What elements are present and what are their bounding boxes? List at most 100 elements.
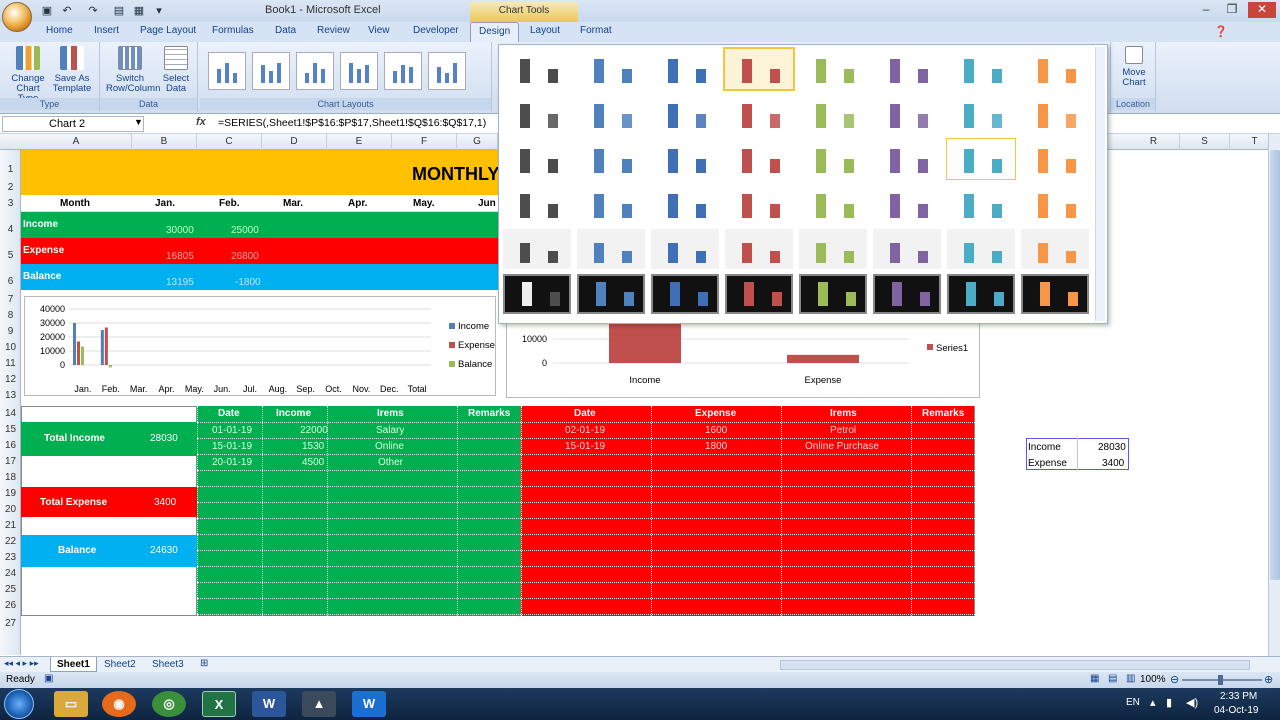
balance-total-label[interactable]: Balance	[58, 545, 96, 557]
chrome-icon[interactable]: ◎	[152, 691, 186, 717]
expense-th-items[interactable]: Irems	[830, 408, 857, 420]
chart-style-19[interactable]	[651, 139, 719, 179]
formula-input[interactable]: =SERIES(,Sheet1!$P$16:$P$17,Sheet1!$Q$16…	[218, 117, 486, 129]
income-row2-item[interactable]: Online	[375, 441, 404, 453]
chart-style-15[interactable]	[947, 94, 1015, 134]
chart-style-21[interactable]	[799, 139, 867, 179]
income-th-remarks[interactable]: Remarks	[468, 408, 510, 420]
total-expense-value[interactable]: 3400	[154, 497, 176, 509]
expense-row1-amount[interactable]: 1600	[705, 425, 727, 437]
page-layout-view-icon[interactable]: ▤	[1108, 673, 1117, 684]
row-5[interactable]: 5	[0, 250, 21, 261]
excel-taskbar-icon[interactable]: X	[202, 691, 236, 717]
chart-style-41[interactable]	[503, 274, 571, 314]
chart-style-32[interactable]	[1021, 184, 1089, 224]
tray-arrow-icon[interactable]: ▴	[1150, 696, 1156, 709]
chart-style-22[interactable]	[873, 139, 941, 179]
row-15[interactable]: 15	[0, 424, 21, 435]
chart-style-10[interactable]	[577, 94, 645, 134]
zoom-level[interactable]: 100%	[1140, 674, 1166, 685]
close-button[interactable]: ✕	[1248, 2, 1276, 18]
help-icon[interactable]: ❓	[1214, 25, 1228, 38]
expense-row2-date[interactable]: 15-01-19	[565, 441, 605, 453]
row-2[interactable]: 2	[0, 182, 21, 193]
row-24[interactable]: 24	[0, 568, 21, 579]
chart-style-25[interactable]	[503, 184, 571, 224]
chart-style-37[interactable]	[799, 229, 867, 269]
row-26[interactable]: 26	[0, 600, 21, 611]
firefox-icon[interactable]: ◉	[102, 691, 136, 717]
clock-date[interactable]: 04-Oct-19	[1214, 705, 1258, 716]
row-23[interactable]: 23	[0, 552, 21, 563]
col-e[interactable]: E	[327, 134, 392, 150]
expense-th-remarks[interactable]: Remarks	[922, 408, 964, 420]
layout-2[interactable]	[252, 52, 290, 90]
chart-style-6[interactable]	[873, 49, 941, 89]
col-r[interactable]: R	[1128, 134, 1180, 150]
insert-function-icon[interactable]: fx	[196, 116, 206, 128]
row-1[interactable]: 1	[0, 164, 21, 175]
chart-style-46[interactable]	[873, 274, 941, 314]
row-17[interactable]: 17	[0, 456, 21, 467]
chart-style-8[interactable]	[1021, 49, 1089, 89]
normal-view-icon[interactable]: ▦	[1090, 673, 1099, 684]
chart-style-30[interactable]	[873, 184, 941, 224]
chart-style-13[interactable]	[799, 94, 867, 134]
month-mar[interactable]: Mar.	[283, 198, 303, 210]
office-button[interactable]	[2, 2, 32, 32]
minimize-button[interactable]: –	[1196, 2, 1216, 18]
switch-row-column-button[interactable]: Switch Row/Column	[106, 46, 160, 94]
page-break-view-icon[interactable]: ▥	[1126, 673, 1135, 684]
chart-style-36[interactable]	[725, 229, 793, 269]
start-button[interactable]	[4, 689, 34, 719]
chart-style-40[interactable]	[1021, 229, 1089, 269]
row-6[interactable]: 6	[0, 276, 21, 287]
expense-th-expense[interactable]: Expense	[695, 408, 736, 420]
chart-style-2[interactable]	[577, 49, 645, 89]
row-13[interactable]: 13	[0, 390, 21, 401]
tab-home[interactable]: Home	[46, 25, 73, 36]
chart-style-17[interactable]	[503, 139, 571, 179]
vertical-scrollbar[interactable]	[1268, 134, 1280, 656]
save-as-template-button[interactable]: Save As Template	[50, 46, 94, 94]
volume-icon[interactable]: ◀)	[1186, 696, 1198, 709]
income-row3-date[interactable]: 20-01-19	[212, 457, 252, 469]
balance-label[interactable]: Balance	[23, 271, 61, 283]
tab-view[interactable]: View	[368, 25, 390, 36]
chart-style-27[interactable]	[651, 184, 719, 224]
word-icon[interactable]: W	[252, 691, 286, 717]
zoom-in-icon[interactable]: ⊕	[1264, 673, 1273, 686]
income-th-date[interactable]: Date	[218, 408, 240, 420]
customize-qat-icon[interactable]: ▾	[152, 4, 166, 18]
income-th-items[interactable]: Irems	[377, 408, 404, 420]
col-d[interactable]: D	[262, 134, 327, 150]
chart-style-16[interactable]	[1021, 94, 1089, 134]
col-g[interactable]: G	[457, 134, 498, 150]
income-row2-date[interactable]: 15-01-19	[212, 441, 252, 453]
chart-style-3[interactable]	[651, 49, 719, 89]
month-header[interactable]: Month	[60, 198, 90, 210]
row-8[interactable]: 8	[0, 310, 21, 321]
chart-style-20[interactable]	[725, 139, 793, 179]
horizontal-scrollbar[interactable]	[780, 660, 1250, 670]
clock-time[interactable]: 2:33 PM	[1220, 691, 1257, 702]
chart-style-45[interactable]	[799, 274, 867, 314]
total-income-label[interactable]: Total Income	[44, 433, 105, 445]
namebox-dropdown-icon[interactable]: ▼	[134, 117, 143, 127]
month-may[interactable]: May.	[413, 198, 435, 210]
print-preview-icon[interactable]: ▤	[112, 4, 126, 18]
expense-row2-item[interactable]: Online Purchase	[805, 441, 879, 453]
row-20[interactable]: 20	[0, 504, 21, 515]
vertical-scroll-thumb[interactable]	[1270, 150, 1280, 580]
income-row1-date[interactable]: 01-01-19	[212, 425, 252, 437]
total-income-value[interactable]: 28030	[150, 433, 178, 445]
macro-record-icon[interactable]: ▣	[44, 673, 53, 684]
income-row2-amount[interactable]: 1530	[302, 441, 324, 453]
save-icon[interactable]: ▣	[40, 4, 54, 18]
expense-row1-item[interactable]: Petrol	[830, 425, 856, 437]
select-data-button[interactable]: Select Data	[154, 46, 198, 94]
col-c[interactable]: C	[197, 134, 262, 150]
chart-style-12[interactable]	[725, 94, 793, 134]
row-12[interactable]: 12	[0, 374, 21, 385]
row-22[interactable]: 22	[0, 536, 21, 547]
